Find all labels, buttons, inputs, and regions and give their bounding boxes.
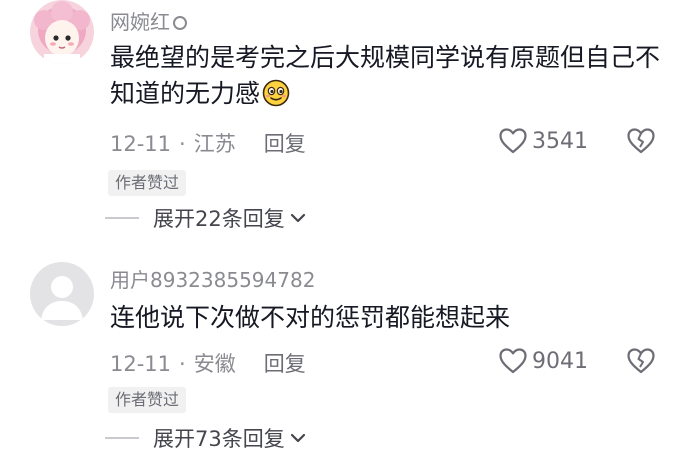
avatar-anime-girl-icon xyxy=(30,0,94,64)
username-text: 用户8932385594782 xyxy=(110,268,316,292)
comment-meta: 12-11 · 安徽 回复 xyxy=(110,348,306,378)
author-liked-tag: 作者赞过 xyxy=(108,170,187,196)
comment-item: 用户8932385594782 连他说下次做不对的惩罚都能想起来 12-11 · 安… xyxy=(0,245,690,462)
comment-date: 12-11 xyxy=(110,132,172,156)
username-text: 网婉红 xyxy=(110,10,170,34)
comment-text: 最绝望的是考完之后大规模同学说有原题但自己不知道的无力感 xyxy=(110,40,670,112)
circle-badge-icon xyxy=(173,16,187,30)
comment-location: 安徽 xyxy=(193,352,236,376)
heart-outline-icon xyxy=(499,348,527,374)
heart-outline-icon xyxy=(499,128,527,154)
reply-button[interactable]: 回复 xyxy=(264,352,306,376)
comment-location: 江苏 xyxy=(193,132,236,156)
separator: · xyxy=(179,132,186,156)
author-liked-tag: 作者赞过 xyxy=(108,387,187,413)
comment-text: 连他说下次做不对的惩罚都能想起来 xyxy=(110,300,670,336)
comment-date: 12-11 xyxy=(110,352,172,376)
like-button[interactable]: 3541 xyxy=(498,127,588,155)
expand-replies-button[interactable]: 展开22条回复 xyxy=(105,203,307,233)
separator: · xyxy=(179,352,186,376)
divider xyxy=(105,437,139,439)
broken-heart-icon xyxy=(627,128,655,154)
like-count: 9041 xyxy=(532,348,588,374)
like-count: 3541 xyxy=(532,128,588,154)
avatar[interactable] xyxy=(30,262,94,326)
expand-replies-button[interactable]: 展开73条回复 xyxy=(105,423,307,453)
reply-button[interactable]: 回复 xyxy=(264,132,306,156)
broken-heart-icon xyxy=(627,348,655,374)
expand-replies-label: 展开73条回复 xyxy=(153,427,285,451)
default-user-avatar-icon xyxy=(30,262,94,326)
avatar[interactable] xyxy=(30,0,94,64)
comment-item: 网婉红 最绝望的是考完之后大规模同学说有原题但自己不知道的无力感 12-11 · 江… xyxy=(0,0,690,245)
comment-body: 连他说下次做不对的惩罚都能想起来 xyxy=(110,303,511,332)
chevron-down-icon xyxy=(290,213,305,223)
comment-meta: 12-11 · 江苏 回复 xyxy=(110,128,306,158)
dislike-button[interactable] xyxy=(626,127,656,159)
username[interactable]: 用户8932385594782 xyxy=(110,264,315,293)
smiling-face-emoji-icon xyxy=(262,79,290,107)
divider xyxy=(105,217,139,219)
dislike-button[interactable] xyxy=(626,347,656,379)
expand-replies-label: 展开22条回复 xyxy=(153,207,285,231)
like-button[interactable]: 9041 xyxy=(498,347,588,375)
comment-body: 最绝望的是考完之后大规模同学说有原题但自己不知道的无力感 xyxy=(110,43,661,108)
chevron-down-icon xyxy=(290,433,305,443)
username[interactable]: 网婉红 xyxy=(110,6,187,35)
